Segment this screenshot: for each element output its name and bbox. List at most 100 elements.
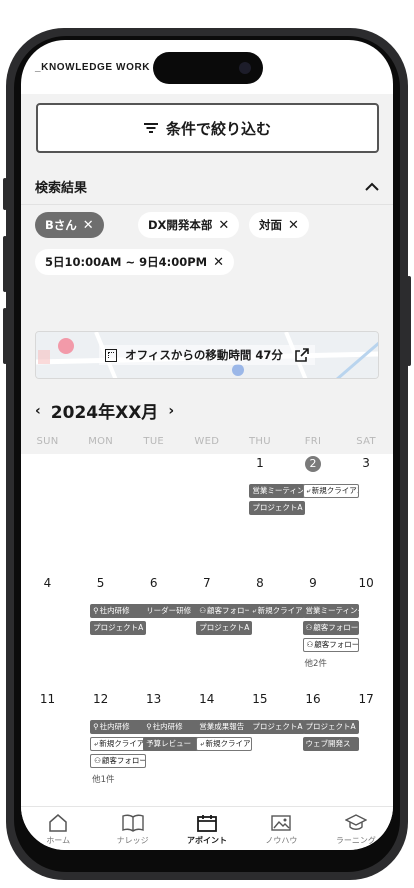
tab-learning[interactable]: ラーニング (319, 807, 393, 850)
day-number: 3 (362, 456, 370, 470)
calendar-event[interactable]: 予算レビュー (143, 737, 200, 751)
event-title: 新規クライアント (257, 606, 306, 615)
calendar-grid: 123営業ミーティングプロジェクトA⤶新規クライアント45678910⚲社内研修… (21, 454, 393, 806)
calendar-day[interactable]: 5 (74, 576, 127, 590)
day-number: 10 (358, 576, 374, 590)
calendar-event[interactable]: リーダー研修 (143, 604, 200, 618)
chip-department[interactable]: DX開発本部 ✕ (138, 212, 240, 238)
calendar-event[interactable]: 営業ミーティング (302, 604, 359, 618)
event-title: 社内研修 (152, 722, 183, 731)
weekday-label: MON (88, 436, 114, 447)
calendar-day[interactable]: 9 (287, 576, 340, 590)
calendar-event[interactable]: ⚲社内研修 (143, 720, 200, 734)
tab-knowledge[interactable]: ナレッジ (95, 807, 169, 850)
calendar-day[interactable]: 13 (127, 692, 180, 706)
calendar-event[interactable]: ⚇顧客フォロー (196, 604, 253, 618)
filter-icon (143, 122, 158, 134)
chip-date-range[interactable]: 5日10:00AM ~ 9日4:00PM ✕ (35, 249, 234, 275)
day-number: 4 (43, 576, 52, 590)
person-icon: ⚲ (93, 606, 99, 615)
weekday-label: WED (194, 436, 220, 447)
calendar-day[interactable]: 3 (340, 456, 393, 470)
next-month-button[interactable]: › (168, 403, 174, 419)
calendar-event[interactable]: プロジェクトA (196, 621, 253, 635)
calendar-event[interactable]: プロジェクトA (249, 501, 306, 515)
more-events-link[interactable]: 他1件 (92, 773, 114, 785)
results-title: 検索結果 (35, 181, 88, 196)
chip-label: Bさん (45, 218, 77, 232)
results-header[interactable]: 検索結果 (21, 169, 393, 205)
event-title: プロジェクトA (252, 722, 303, 731)
calendar-event[interactable]: ⚇顧客フォロー (90, 754, 147, 768)
calendar-event[interactable]: ⤶新規クライアント (302, 484, 359, 498)
day-number: 6 (149, 576, 158, 590)
calendar-day[interactable]: 15 (233, 692, 286, 706)
calendar-day[interactable]: 10 (340, 576, 393, 590)
tab-label: ノウハウ (265, 836, 298, 845)
day-number: 1 (256, 456, 264, 470)
tab-label: アポイント (187, 836, 228, 845)
month-navigation: ‹ 2024年XX月 › (35, 398, 174, 424)
travel-time-label: オフィスからの移動時間 47分 (125, 348, 283, 362)
event-title: 予算レビュー (146, 739, 192, 748)
calendar-day[interactable]: 14 (180, 692, 233, 706)
calendar-event[interactable]: ウェブ開発ス (302, 737, 359, 751)
camera-icon (239, 62, 251, 74)
calendar-event[interactable]: ⚇顧客フォロー (302, 638, 359, 652)
calendar-event[interactable]: プロジェクトA (249, 720, 306, 734)
calendar-event[interactable]: ⚲社内研修 (90, 604, 147, 618)
tab-appointment[interactable]: アポイント (170, 807, 244, 850)
event-title: 顧客フォロー (314, 640, 359, 649)
travel-time-map[interactable]: オフィスからの移動時間 47分 (35, 331, 379, 379)
calendar-day[interactable]: 4 (21, 576, 74, 590)
calendar-day[interactable]: 11 (21, 692, 74, 706)
weekday-label: SUN (36, 436, 59, 447)
close-icon[interactable]: ✕ (288, 218, 299, 233)
weekday-label: SAT (356, 436, 376, 447)
calendar-day[interactable]: 1 (233, 456, 286, 470)
calendar-day[interactable]: 8 (233, 576, 286, 590)
calendar-day[interactable]: 16 (287, 692, 340, 706)
chip-meeting-type[interactable]: 対面 ✕ (249, 212, 309, 238)
event-title: 顧客フォロー (101, 756, 147, 765)
calendar-event[interactable]: 営業成果報告 (196, 720, 253, 734)
calendar-day[interactable]: 7 (180, 576, 233, 590)
event-title: プロジェクトA (199, 623, 250, 632)
people-icon: ⚇ (305, 623, 313, 632)
calendar-event[interactable]: ⚇顧客フォロー (302, 621, 359, 635)
more-events-link[interactable]: 他2件 (305, 657, 327, 669)
tab-bar: ホーム ナレッジ アポイント ノウハウ ラーニング (21, 806, 393, 850)
day-number: 5 (96, 576, 105, 590)
filter-button-label: 条件で絞り込む (165, 119, 271, 138)
close-icon[interactable]: ✕ (83, 218, 94, 233)
filter-button[interactable]: 条件で絞り込む (36, 103, 379, 153)
calendar-event[interactable]: プロジェクトA (302, 720, 359, 734)
tab-knowhow[interactable]: ノウハウ (244, 807, 318, 850)
external-link-icon[interactable] (295, 348, 309, 362)
person-icon: ⚲ (93, 722, 99, 731)
chevron-up-icon[interactable] (365, 182, 379, 192)
calendar-day[interactable]: 12 (74, 692, 127, 706)
calendar-event[interactable]: ⤶新規クライアント (90, 737, 147, 751)
close-icon[interactable]: ✕ (213, 255, 224, 270)
chip-person[interactable]: Bさん ✕ (35, 212, 104, 238)
close-icon[interactable]: ✕ (218, 218, 229, 233)
calendar-event[interactable]: プロジェクトA (90, 621, 147, 635)
event-title: プロジェクトA (305, 722, 356, 731)
calendar-day[interactable]: 17 (340, 692, 393, 706)
calendar-event[interactable]: 営業ミーティング (249, 484, 306, 498)
calendar-day-today[interactable]: 2 (287, 456, 340, 472)
weekday-label: THU (248, 436, 271, 447)
previous-month-button[interactable]: ‹ (35, 403, 41, 419)
day-number: 16 (305, 692, 321, 706)
building-icon (105, 348, 118, 362)
event-title: 営業ミーティング (252, 486, 305, 495)
event-title: 営業成果報告 (199, 722, 245, 731)
day-number: 13 (146, 692, 162, 706)
calendar-event[interactable]: ⚲社内研修 (90, 720, 147, 734)
tab-home[interactable]: ホーム (21, 807, 95, 850)
calendar-day[interactable]: 6 (127, 576, 180, 590)
person-icon: ⚲ (146, 722, 152, 731)
calendar-event[interactable]: ⤶新規クライアント (196, 737, 253, 751)
calendar-event[interactable]: ⤶新規クライアント (249, 604, 306, 618)
